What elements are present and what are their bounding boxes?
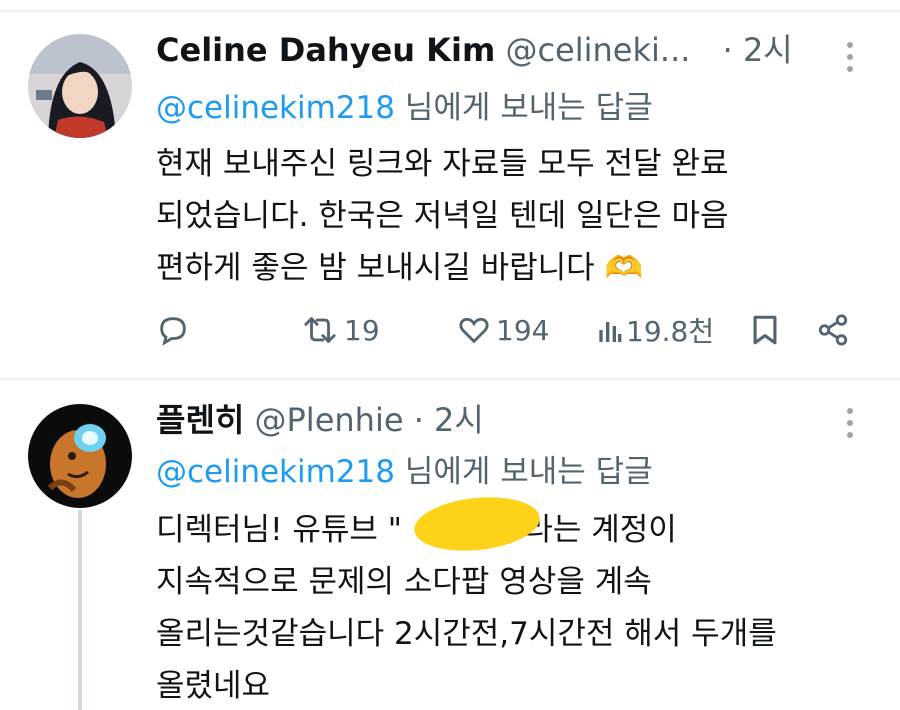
body-line: 지속적으로 문제의 소다팝 영상을 계속 (156, 564, 652, 600)
reply-button[interactable] (156, 300, 190, 360)
tweet-header: 플렌히 @Plenhie · 2시 (156, 400, 484, 440)
body-fragment: 디렉터님! 유튜브 " (156, 512, 403, 548)
retweet-button[interactable]: 19 (300, 300, 380, 360)
reply-suffix: 님에게 보내는 답글 (395, 90, 653, 126)
display-name[interactable]: 플렌히 (156, 401, 244, 439)
reply-icon (160, 317, 186, 346)
bookmark-button[interactable] (750, 300, 780, 360)
share-button[interactable] (816, 300, 850, 360)
reply-context: @celinekim218 님에게 보내는 답글 (156, 88, 653, 128)
timestamp[interactable]: 2시 (434, 401, 484, 439)
tweet-header: Celine Dahyeu Kim @celineki... · 2시 (156, 30, 793, 70)
heart-icon (459, 317, 489, 344)
tweet-1[interactable]: Celine Dahyeu Kim @celineki... · 2시 @cel… (0, 0, 900, 378)
body-line: 되었습니다. 한국은 저녁일 텐데 일단은 마음 (156, 198, 729, 234)
body-line-with-emoji: 편하게 좋은 밤 보내시길 바랍니다 🫶 (156, 242, 876, 294)
like-count: 194 (496, 313, 550, 347)
avatar[interactable] (28, 34, 132, 138)
tweet-body: 현재 보내주신 링크와 자료들 모두 전달 완료 되었습니다. 한국은 저녁일 … (156, 138, 876, 294)
retweet-count: 19 (344, 313, 380, 347)
display-name[interactable]: Celine Dahyeu Kim (156, 31, 495, 69)
body-line: 편하게 좋은 밤 보내시길 바랍니다 (156, 250, 595, 286)
more-options-icon[interactable] (838, 38, 862, 78)
retweet-icon (304, 317, 336, 343)
more-options-icon[interactable] (838, 404, 862, 444)
body-line: 현재 보내주신 링크와 자료들 모두 전달 완료 (156, 146, 729, 182)
body-line: 올리는것같습니다 2시간전,7시간전 해서 두개를 (156, 616, 777, 652)
action-bar: 19 194 19.8천 (156, 300, 856, 360)
reply-mention-link[interactable]: @celinekim218 (156, 454, 395, 490)
timestamp[interactable]: 2시 (743, 31, 793, 69)
thread-connector-line (78, 510, 82, 710)
like-button[interactable]: 194 (456, 300, 549, 360)
avatar[interactable] (28, 404, 132, 508)
share-icon (818, 314, 848, 346)
separator-dot: · (722, 31, 733, 69)
reply-context: @celinekim218 님에게 보내는 답글 (156, 452, 653, 492)
bookmark-icon (753, 315, 777, 345)
reply-suffix: 님에게 보내는 답글 (395, 454, 653, 490)
separator-dot: · (413, 401, 424, 439)
heart-hands-emoji: 🫶 (604, 250, 644, 286)
views-button[interactable]: 19.8천 (598, 300, 714, 360)
user-handle[interactable]: @celineki... (505, 31, 690, 69)
user-handle[interactable]: @Plenhie (255, 401, 404, 439)
reply-mention-link[interactable]: @celinekim218 (156, 90, 395, 126)
view-count: 19.8천 (626, 315, 715, 348)
views-icon (599, 322, 622, 342)
body-line: 올렸네요 (156, 668, 271, 704)
